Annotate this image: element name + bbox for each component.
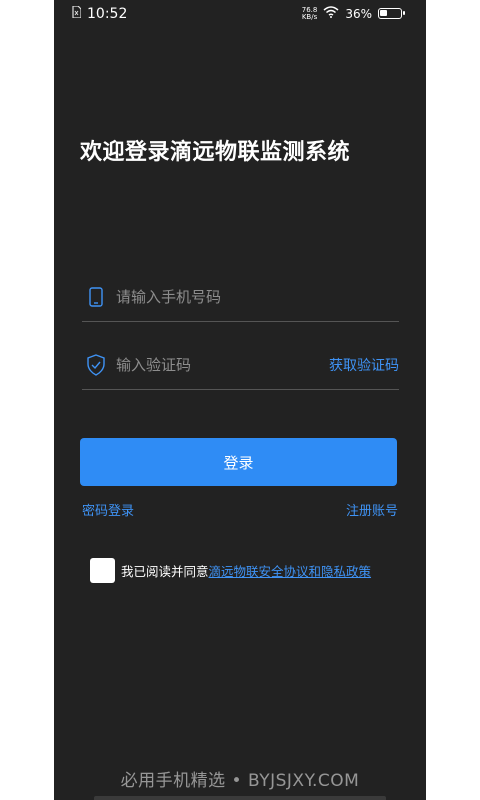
agree-checkbox[interactable] bbox=[90, 558, 115, 583]
shield-check-icon bbox=[84, 353, 108, 377]
bottom-edge bbox=[94, 796, 386, 800]
watermark: 必用手机精选 • BYJSJXY.COM bbox=[120, 771, 360, 791]
status-right: 76.8 KB/s 36% bbox=[301, 6, 405, 21]
login-button[interactable]: 登录 bbox=[80, 438, 397, 486]
net-speed: 76.8 KB/s bbox=[301, 6, 318, 21]
code-input[interactable] bbox=[116, 355, 329, 374]
battery-icon bbox=[378, 8, 405, 19]
register-link[interactable]: 注册账号 bbox=[346, 500, 398, 519]
status-left: 10:52 bbox=[72, 5, 128, 22]
sim-card-icon bbox=[72, 5, 82, 22]
net-speed-unit: KB/s bbox=[301, 12, 318, 21]
phone-screen: 10:52 76.8 KB/s 36% 欢迎登录滴远物联监测系统 获取验证码 bbox=[54, 0, 426, 800]
password-login-link[interactable]: 密码登录 bbox=[82, 500, 134, 519]
wifi-icon bbox=[323, 6, 339, 21]
battery-level bbox=[380, 10, 387, 16]
page-title: 欢迎登录滴远物联监测系统 bbox=[80, 140, 351, 165]
battery-percent: 36% bbox=[345, 6, 372, 21]
phone-field bbox=[82, 272, 399, 322]
agree-text: 我已阅读并同意 bbox=[121, 564, 209, 579]
agreement-row: 我已阅读并同意 滴远物联安全协议和隐私政策 bbox=[90, 558, 371, 583]
phone-input[interactable] bbox=[116, 287, 399, 306]
agreement-link[interactable]: 滴远物联安全协议和隐私政策 bbox=[209, 561, 372, 580]
status-bar: 10:52 76.8 KB/s 36% bbox=[54, 0, 426, 30]
code-field: 获取验证码 bbox=[82, 340, 399, 390]
status-time: 10:52 bbox=[87, 6, 128, 22]
phone-icon bbox=[84, 285, 108, 309]
get-code-button[interactable]: 获取验证码 bbox=[329, 355, 399, 375]
